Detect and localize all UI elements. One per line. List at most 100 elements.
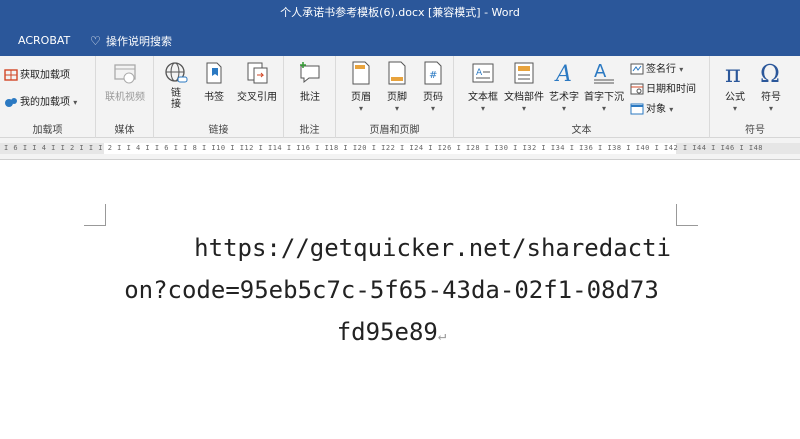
group-addins: 获取加载项 我的加载项 ▾ 加载项 bbox=[0, 56, 96, 138]
chevron-down-icon: ▾ bbox=[521, 104, 526, 113]
group-label-header-footer: 页眉和页脚 bbox=[369, 125, 420, 136]
cross-reference-icon bbox=[244, 60, 270, 86]
svg-text:A: A bbox=[554, 62, 572, 86]
group-label-media: 媒体 bbox=[114, 125, 135, 136]
quick-parts-button[interactable]: 文档部件 ▾ bbox=[502, 60, 546, 114]
my-addins-button[interactable]: 我的加载项 ▾ bbox=[4, 93, 77, 108]
cross-reference-button[interactable]: 交叉引用 bbox=[234, 60, 280, 103]
date-time-label: 日期和时间 bbox=[646, 84, 696, 95]
svg-text:π: π bbox=[725, 60, 741, 86]
wordart-button[interactable]: A 艺术字 ▾ bbox=[546, 60, 582, 114]
text-box-button[interactable]: A 文本框 ▾ bbox=[464, 60, 502, 114]
get-addins-button[interactable]: 获取加载项 bbox=[4, 66, 70, 81]
drop-cap-button[interactable]: A 首字下沉 ▾ bbox=[582, 60, 626, 114]
tab-acrobat[interactable]: ACROBAT bbox=[18, 26, 70, 56]
group-media: 联机视频 媒体 bbox=[96, 56, 154, 138]
margin-corner-top-right bbox=[676, 204, 698, 226]
online-video-label: 联机视频 bbox=[105, 92, 145, 103]
group-symbols: π 公式 ▾ Ω 符号 ▾ 符号 bbox=[710, 56, 800, 138]
group-label-text: 文本 bbox=[571, 125, 592, 136]
group-links: 链 接 书签 交叉引用 链接 bbox=[154, 56, 284, 138]
bookmark-label: 书签 bbox=[204, 92, 224, 103]
store-icon bbox=[4, 69, 18, 81]
margin-corner-top-left bbox=[84, 204, 106, 226]
tell-me-search[interactable]: ♡ 操作说明搜索 bbox=[90, 26, 172, 57]
addin-icon bbox=[4, 96, 18, 108]
drop-cap-icon: A bbox=[591, 60, 617, 86]
header-label: 页眉 bbox=[351, 92, 371, 103]
text-line-1: https://getquicker.net/sharedacti bbox=[194, 234, 671, 262]
chevron-down-icon: ▾ bbox=[732, 104, 737, 113]
footer-label: 页脚 bbox=[387, 92, 407, 103]
chevron-down-icon: ▾ bbox=[358, 104, 363, 113]
omega-icon: Ω bbox=[758, 60, 784, 88]
group-label-addins: 加载项 bbox=[32, 125, 63, 136]
page-number-button[interactable]: # 页码 ▾ bbox=[416, 60, 450, 114]
calendar-icon bbox=[630, 83, 644, 95]
group-header-footer: 页眉 ▾ 页脚 ▾ # 页码 ▾ 页眉和页脚 bbox=[336, 56, 454, 138]
equation-label: 公式 bbox=[725, 92, 745, 103]
object-icon bbox=[630, 103, 644, 115]
page-number-icon: # bbox=[420, 60, 446, 86]
text-line-2: on?code=95eb5c7c-5f65-43da-02f1-08d73 bbox=[124, 276, 659, 304]
signature-line-label: 签名行 bbox=[646, 64, 676, 75]
footer-button[interactable]: 页脚 ▾ bbox=[380, 60, 414, 114]
link-button[interactable]: 链 接 bbox=[160, 60, 192, 110]
chevron-down-icon: ▾ bbox=[601, 104, 606, 113]
ribbon: 获取加载项 我的加载项 ▾ 加载项 联机视频 媒体 链 接 书签 交叉引用 链接 bbox=[0, 56, 800, 138]
text-line-3: fd95e89 bbox=[336, 318, 438, 346]
group-label-links: 链接 bbox=[208, 125, 229, 136]
symbol-button[interactable]: Ω 符号 ▾ bbox=[754, 60, 788, 114]
svg-text:Ω: Ω bbox=[760, 60, 780, 86]
header-icon bbox=[348, 60, 374, 86]
pi-icon: π bbox=[722, 60, 748, 88]
globe-link-icon bbox=[163, 60, 189, 86]
lightbulb-icon: ♡ bbox=[90, 34, 101, 48]
signature-icon bbox=[630, 63, 644, 75]
drop-cap-label: 首字下沉 bbox=[584, 92, 624, 103]
film-icon bbox=[112, 60, 138, 86]
new-comment-button[interactable]: 批注 bbox=[294, 60, 326, 103]
get-addins-label: 获取加载项 bbox=[20, 70, 70, 81]
window-title: 个人承诺书参考模板(6).docx [兼容模式] - Word bbox=[0, 0, 800, 26]
equation-button[interactable]: π 公式 ▾ bbox=[718, 60, 752, 114]
ruler-ticks: I 6 I I 4 I I 2 I I I 2 I I 4 I I 6 I I … bbox=[4, 144, 764, 152]
chevron-down-icon: ▾ bbox=[73, 98, 78, 107]
chevron-down-icon: ▾ bbox=[430, 104, 435, 113]
group-label-comments: 批注 bbox=[299, 125, 320, 136]
horizontal-ruler[interactable]: I 6 I I 4 I I 2 I I I 2 I I 4 I I 6 I I … bbox=[0, 138, 800, 160]
paragraph-mark: ↵ bbox=[437, 328, 447, 344]
my-addins-label: 我的加载项 bbox=[20, 97, 70, 108]
chevron-down-icon: ▾ bbox=[394, 104, 399, 113]
tell-me-label: 操作说明搜索 bbox=[106, 35, 172, 48]
chevron-down-icon: ▾ bbox=[679, 65, 684, 74]
date-time-button[interactable]: 日期和时间 bbox=[630, 80, 696, 95]
comment-label: 批注 bbox=[300, 92, 320, 103]
object-button[interactable]: 对象 ▾ bbox=[630, 100, 673, 115]
bookmark-icon bbox=[201, 60, 227, 86]
cross-reference-label: 交叉引用 bbox=[237, 92, 277, 103]
svg-text:A: A bbox=[594, 61, 607, 82]
bookmark-button[interactable]: 书签 bbox=[198, 60, 230, 103]
wordart-icon: A bbox=[551, 60, 577, 87]
svg-text:A: A bbox=[476, 68, 483, 78]
symbol-label: 符号 bbox=[761, 92, 781, 103]
link-label: 链 接 bbox=[171, 88, 181, 110]
chevron-down-icon: ▾ bbox=[480, 104, 485, 113]
group-text: A 文本框 ▾ 文档部件 ▾ A 艺术字 ▾ A 首字下沉 ▾ 签名行 ▾ 日期和时间 … bbox=[454, 56, 710, 138]
text-box-label: 文本框 bbox=[468, 92, 498, 103]
wordart-label: 艺术字 bbox=[549, 92, 579, 103]
document-body-text[interactable]: https://getquicker.net/sharedacti on?cod… bbox=[104, 227, 679, 357]
online-video-button[interactable]: 联机视频 bbox=[104, 60, 146, 103]
group-label-symbols: 符号 bbox=[745, 125, 765, 136]
text-box-icon: A bbox=[470, 60, 496, 86]
object-label: 对象 bbox=[646, 104, 666, 115]
group-comments: 批注 批注 bbox=[284, 56, 336, 138]
document-page[interactable]: https://getquicker.net/sharedacti on?cod… bbox=[0, 161, 800, 439]
chevron-down-icon: ▾ bbox=[561, 104, 566, 113]
chevron-down-icon: ▾ bbox=[768, 104, 773, 113]
svg-text:#: # bbox=[429, 70, 437, 81]
header-button[interactable]: 页眉 ▾ bbox=[344, 60, 378, 114]
page-number-label: 页码 bbox=[423, 92, 443, 103]
signature-line-button[interactable]: 签名行 ▾ bbox=[630, 60, 683, 75]
